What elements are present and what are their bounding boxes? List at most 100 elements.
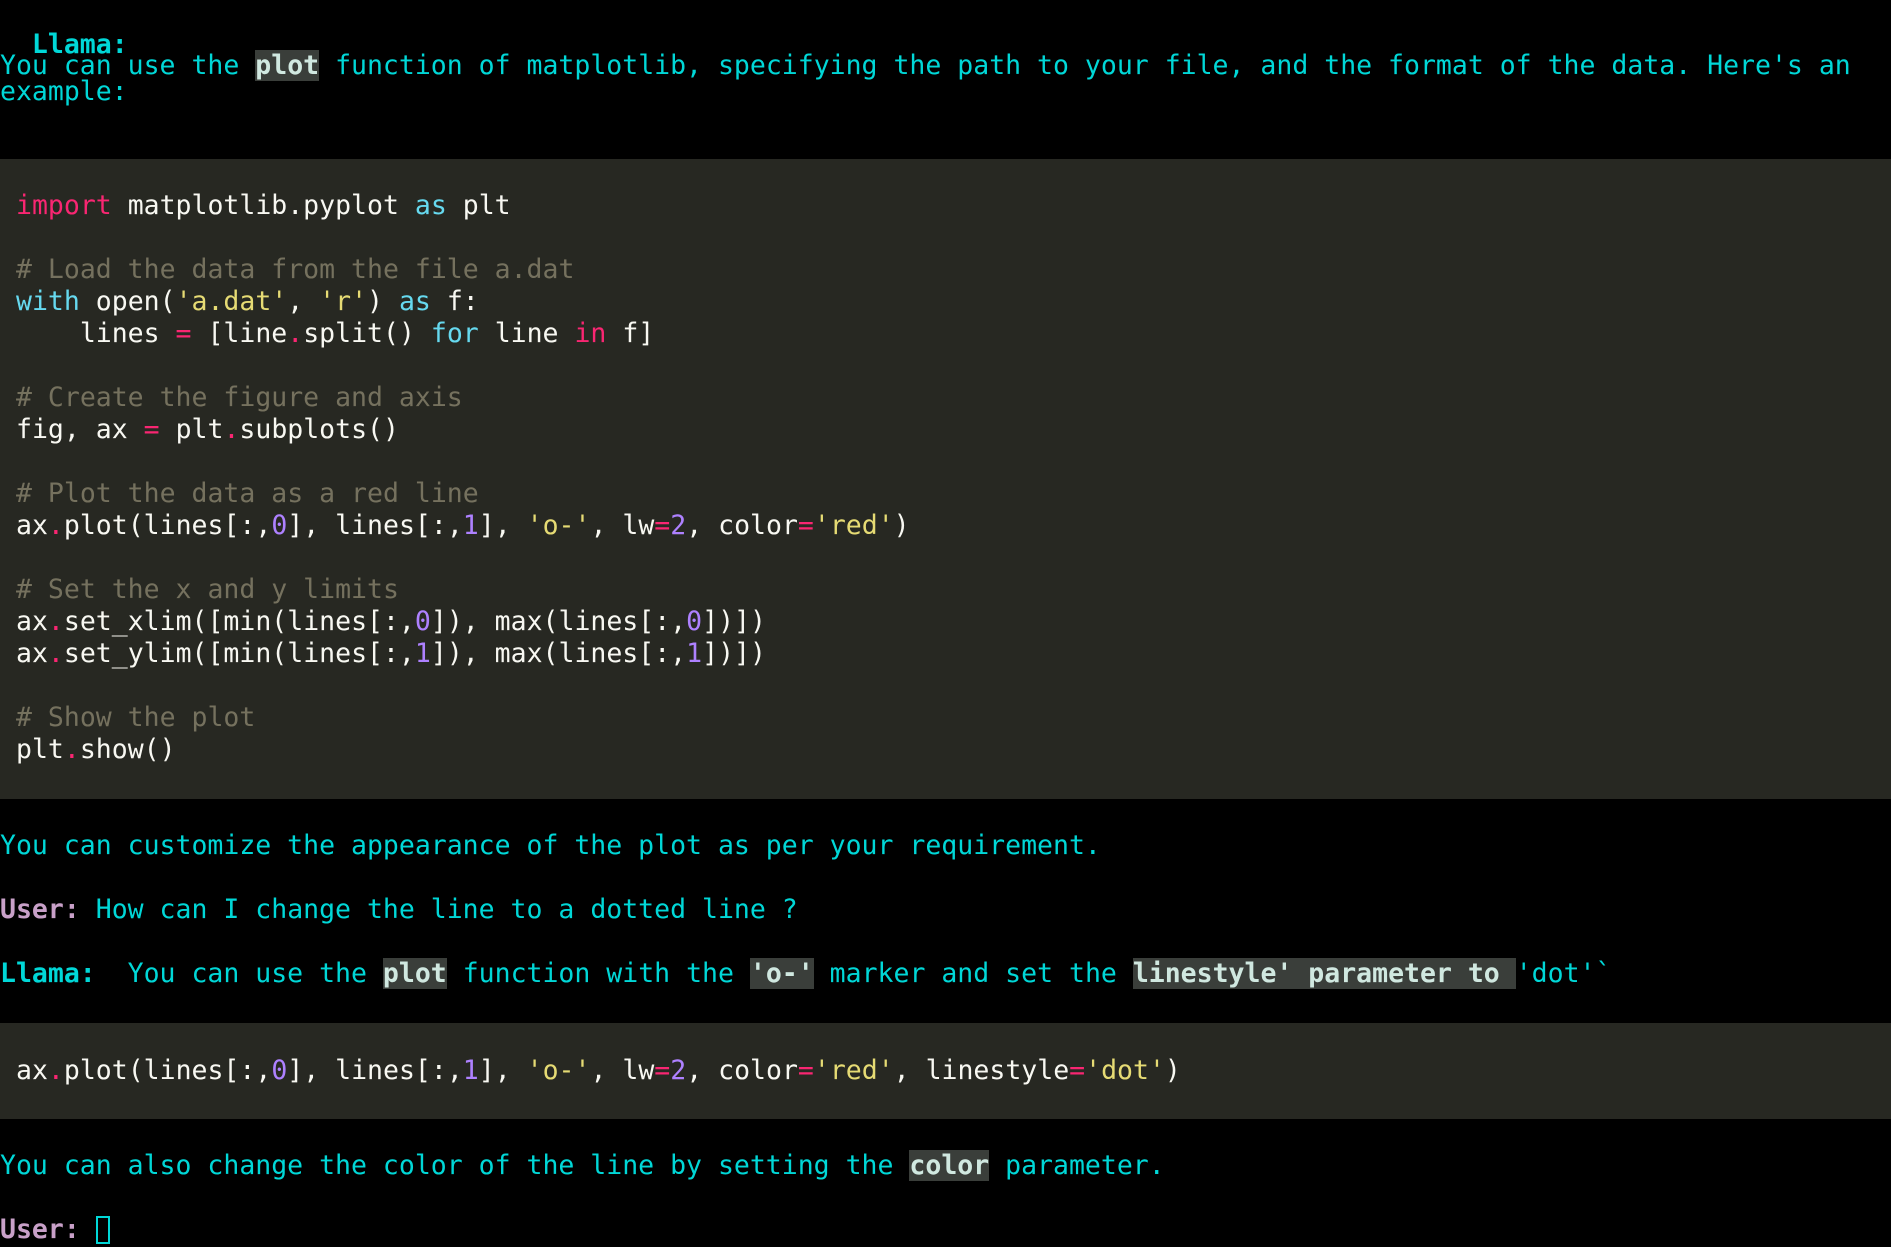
operator: = bbox=[654, 510, 671, 541]
message-text: 'dot'` bbox=[1515, 958, 1612, 989]
inline-code-plot: plot bbox=[382, 958, 447, 989]
number: 0 bbox=[686, 606, 703, 637]
code-block-dotted: ax.plot(lines[:,0], lines[:,1], 'o-', lw… bbox=[0, 1023, 1891, 1119]
user-prompt[interactable]: User: bbox=[0, 1214, 110, 1246]
code-text: ], bbox=[478, 1055, 527, 1086]
comment: # Show the plot bbox=[16, 702, 256, 733]
operator: . bbox=[287, 318, 304, 349]
code-text: ], bbox=[478, 510, 527, 541]
code-line-comment-limits: # Set the x and y limits bbox=[16, 574, 399, 606]
code-line-lines: lines = [line.split() for line in f] bbox=[16, 318, 654, 350]
operator: = bbox=[797, 510, 814, 541]
inline-code-linestyle: linestyle' parameter to bbox=[1132, 958, 1516, 989]
intro-line-1: You can use the plot function of matplot… bbox=[0, 50, 1851, 82]
code-text: show() bbox=[79, 734, 176, 765]
code-text: line bbox=[478, 318, 575, 349]
operator: . bbox=[47, 638, 64, 669]
operator: . bbox=[63, 734, 80, 765]
user-question: User: How can I change the line to a dot… bbox=[0, 894, 798, 926]
code-text: , linestyle bbox=[893, 1055, 1070, 1086]
keyword: import bbox=[16, 190, 112, 221]
code-text: ) bbox=[893, 510, 910, 541]
code-text: , lw bbox=[590, 510, 655, 541]
operator: = bbox=[1069, 1055, 1086, 1086]
comment: # Load the data from the file a.dat bbox=[16, 254, 575, 285]
code-line-import: import matplotlib.pyplot as plt bbox=[16, 190, 511, 222]
number: 1 bbox=[686, 638, 703, 669]
code-text: ax bbox=[16, 638, 48, 669]
string: 'a.dat' bbox=[175, 286, 288, 317]
code-text: open( bbox=[79, 286, 176, 317]
operator: = bbox=[143, 414, 160, 445]
code-line-with: with open('a.dat', 'r') as f: bbox=[16, 286, 479, 318]
inline-code-color: color bbox=[909, 1150, 990, 1181]
code-text: plot(lines[:, bbox=[63, 1055, 272, 1086]
intro-line-2: example: bbox=[0, 76, 128, 108]
code-text: [line bbox=[191, 318, 288, 349]
code-line-comment-load: # Load the data from the file a.dat bbox=[16, 254, 574, 286]
number: 2 bbox=[670, 510, 687, 541]
code-text: ) bbox=[1164, 1055, 1181, 1086]
code-text: subplots() bbox=[239, 414, 399, 445]
intro-text: example: bbox=[0, 76, 128, 107]
keyword: in bbox=[574, 318, 607, 349]
code-text: plot(lines[:, bbox=[63, 510, 272, 541]
message-text: parameter. bbox=[989, 1150, 1165, 1181]
customize-note: You can customize the appearance of the … bbox=[0, 830, 1101, 862]
user-speaker-label: User: bbox=[0, 894, 80, 925]
color-note: You can also change the color of the lin… bbox=[0, 1150, 1165, 1182]
code-text: ax bbox=[16, 510, 48, 541]
code-text: f] bbox=[606, 318, 655, 349]
code-line-plot-dotted: ax.plot(lines[:,0], lines[:,1], 'o-', lw… bbox=[16, 1055, 1181, 1087]
code-line-xlim: ax.set_xlim([min(lines[:,0]), max(lines[… bbox=[16, 606, 766, 638]
inline-code-plot: plot bbox=[255, 50, 320, 81]
intro-text: function of matplotlib, specifying the p… bbox=[319, 50, 1851, 81]
operator: = bbox=[797, 1055, 814, 1086]
operator: . bbox=[47, 1055, 64, 1086]
number: 1 bbox=[462, 1055, 479, 1086]
string: 'o-' bbox=[526, 1055, 591, 1086]
text-cursor[interactable] bbox=[95, 1216, 110, 1244]
number: 1 bbox=[414, 638, 431, 669]
code-text: , color bbox=[686, 1055, 798, 1086]
code-text: , bbox=[287, 286, 320, 317]
string: 'r' bbox=[319, 286, 368, 317]
code-line-subplots: fig, ax = plt.subplots() bbox=[16, 414, 399, 446]
operator: . bbox=[223, 414, 240, 445]
code-line-plot: ax.plot(lines[:,0], lines[:,1], 'o-', lw… bbox=[16, 510, 910, 542]
keyword: for bbox=[430, 318, 479, 349]
message-text: function with the bbox=[446, 958, 750, 989]
code-text: ]), max(lines[:, bbox=[430, 606, 687, 637]
keyword: as bbox=[398, 286, 431, 317]
number: 2 bbox=[670, 1055, 687, 1086]
code-text: ])]) bbox=[702, 638, 766, 669]
code-text: ], lines[:, bbox=[287, 1055, 463, 1086]
number: 1 bbox=[462, 510, 479, 541]
keyword: with bbox=[16, 286, 80, 317]
keyword: as bbox=[414, 190, 447, 221]
code-text: f: bbox=[430, 286, 479, 317]
code-line-comment-fig: # Create the figure and axis bbox=[16, 382, 463, 414]
code-text: plt bbox=[446, 190, 511, 221]
code-text: , lw bbox=[590, 1055, 655, 1086]
number: 0 bbox=[271, 510, 288, 541]
message-text: You can also change the color of the lin… bbox=[0, 1150, 910, 1181]
code-text: ) bbox=[367, 286, 399, 317]
code-line-show: plt.show() bbox=[16, 734, 176, 766]
code-text: plt bbox=[159, 414, 224, 445]
code-text: ax bbox=[16, 1055, 48, 1086]
message-text: How can I change the line to a dotted li… bbox=[79, 894, 798, 925]
user-speaker-label: User: bbox=[0, 1214, 80, 1245]
comment: # Plot the data as a red line bbox=[16, 478, 479, 509]
code-line-comment-show: # Show the plot bbox=[16, 702, 255, 734]
message-text: marker and set the bbox=[813, 958, 1133, 989]
code-block-example: import matplotlib.pyplot as plt # Load t… bbox=[0, 159, 1891, 799]
string: 'o-' bbox=[526, 510, 591, 541]
code-text: fig, ax bbox=[16, 414, 144, 445]
inline-code-marker: 'o-' bbox=[749, 958, 814, 989]
message-text: You can use the bbox=[95, 958, 383, 989]
code-text: set_xlim([min(lines[:, bbox=[63, 606, 415, 637]
operator: = bbox=[654, 1055, 671, 1086]
number: 0 bbox=[414, 606, 431, 637]
operator: . bbox=[47, 606, 64, 637]
